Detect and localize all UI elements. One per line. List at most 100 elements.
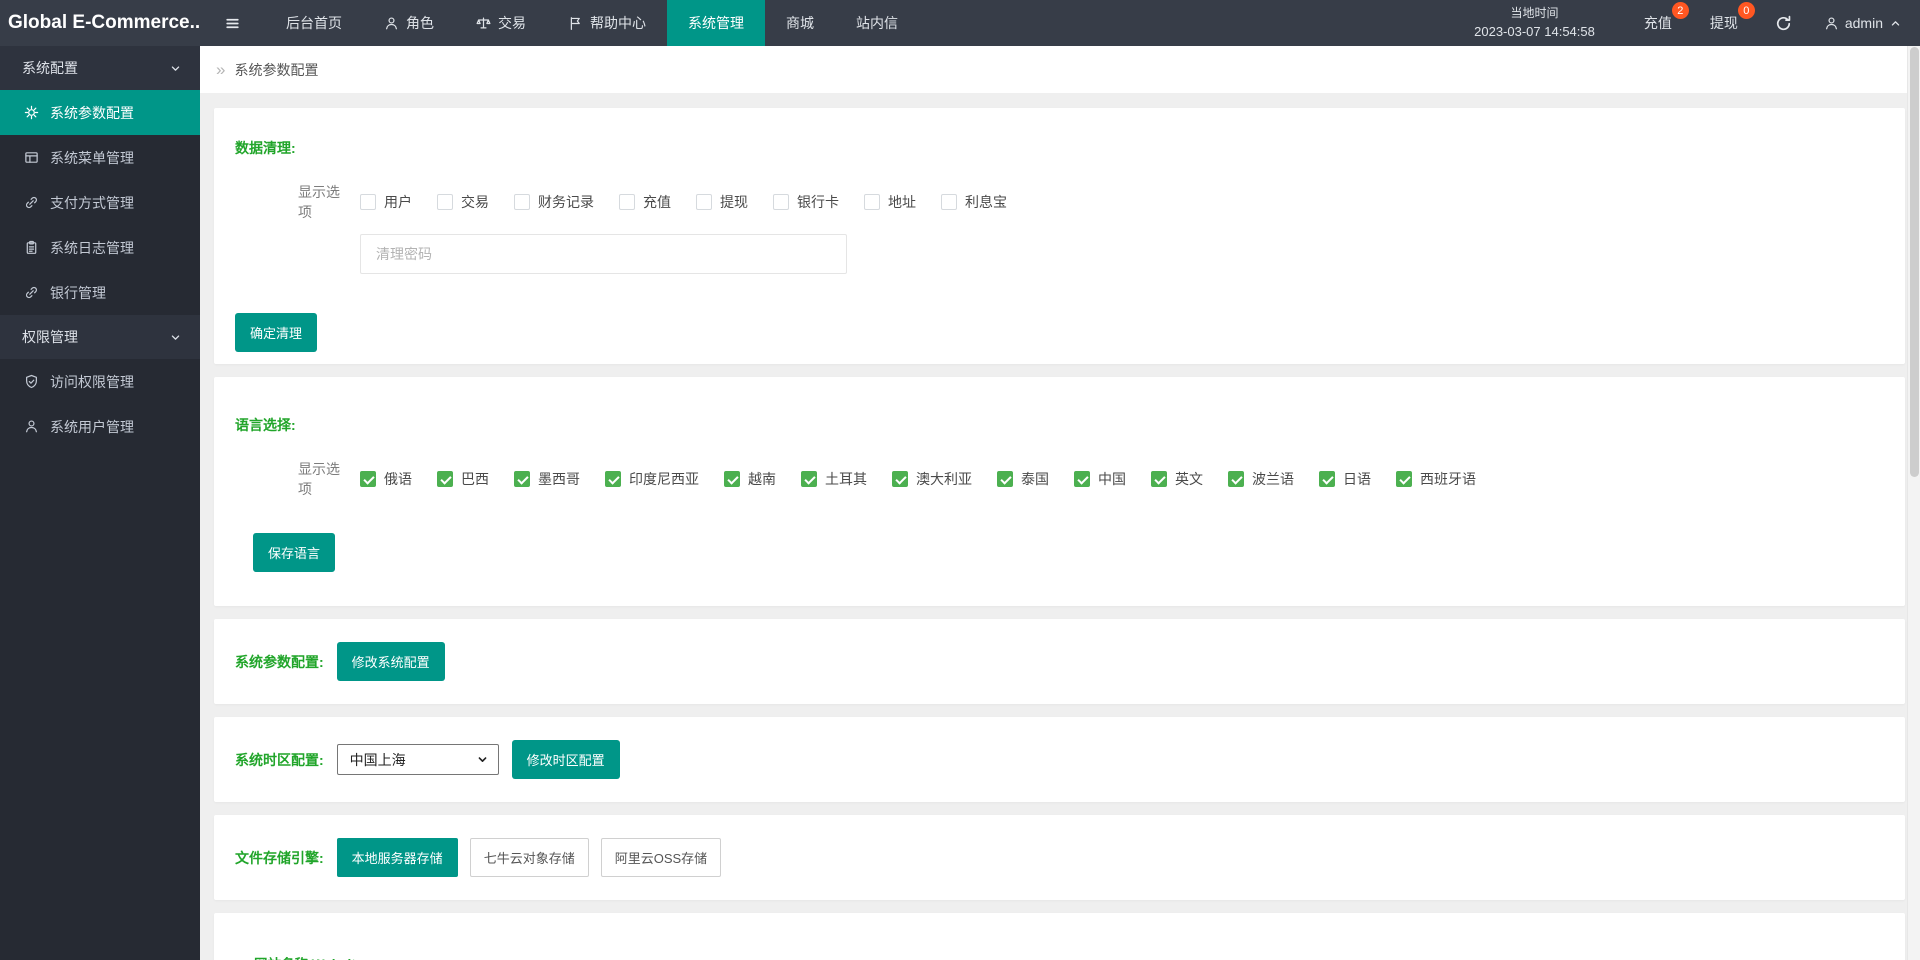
- withdraw-button[interactable]: 提现 0: [1709, 2, 1755, 33]
- data-clean-options-row: 显示选项 用户 交易 财务记录 充值 提现 银行卡 地址 利息宝: [298, 182, 1885, 222]
- scales-icon: [476, 16, 491, 31]
- nav-item-label: 角色: [406, 15, 434, 31]
- scrollbar[interactable]: [1907, 46, 1920, 960]
- checkbox-checked[interactable]: [1074, 471, 1090, 487]
- flag-icon: [568, 16, 583, 31]
- checkbox-label: 英文: [1175, 471, 1203, 487]
- checkbox-label: 交易: [461, 194, 489, 210]
- save-language-button[interactable]: 保存语言: [253, 533, 336, 572]
- clipboard-icon: [24, 240, 39, 255]
- checkbox-checked[interactable]: [437, 471, 453, 487]
- sidebar-item-label: 系统参数配置: [50, 104, 134, 121]
- checkbox-option: 波兰语: [1228, 469, 1294, 489]
- nav-item[interactable]: 商城: [765, 0, 835, 46]
- refresh-icon[interactable]: [1775, 15, 1792, 32]
- checkbox-checked[interactable]: [724, 471, 740, 487]
- confirm-clean-button[interactable]: 确定清理: [235, 313, 318, 352]
- nav-item-label: 商城: [786, 15, 814, 31]
- checkbox-checked[interactable]: [1396, 471, 1412, 487]
- checkbox-label: 泰国: [1021, 471, 1049, 487]
- nav-item[interactable]: 交易: [455, 0, 547, 46]
- link-icon: [24, 195, 39, 210]
- checkbox-option: 印度尼西亚: [605, 469, 699, 489]
- language-title: 语言选择:: [235, 417, 296, 433]
- gear-icon: [24, 105, 39, 120]
- panel-language: 语言选择: 显示选项 俄语 巴西 墨西哥 印度尼西亚 越南 土耳其 澳大利亚 泰国 中国 英文 波兰…: [214, 377, 1905, 606]
- checkbox-option: 越南: [724, 469, 776, 489]
- nav-item[interactable]: 站内信: [835, 0, 919, 46]
- timezone-selected-value: 中国上海: [349, 751, 406, 768]
- sidebar-item[interactable]: 访问权限管理: [0, 359, 200, 404]
- username: admin: [1844, 15, 1883, 31]
- sidebar-group-header[interactable]: 系统配置: [0, 46, 200, 90]
- recharge-button[interactable]: 充值 2: [1644, 2, 1689, 33]
- checkbox-label: 利息宝: [965, 194, 1007, 210]
- nav-item[interactable]: 系统管理: [667, 0, 765, 46]
- local-time-label: 当地时间: [1510, 5, 1559, 20]
- checkbox-unchecked[interactable]: [941, 194, 957, 210]
- nav-item-label: 帮助中心: [590, 15, 646, 31]
- storage-option-button[interactable]: 阿里云OSS存储: [600, 838, 722, 877]
- nav-item[interactable]: 帮助中心: [547, 0, 667, 46]
- checkbox-option: 地址: [864, 192, 916, 212]
- navbar-right: 当地时间 2023-03-07 14:54:58 充值 2 提现 0 admin: [1474, 0, 1920, 46]
- link-icon: [24, 285, 39, 300]
- nav-item-label: 站内信: [856, 15, 898, 31]
- main-area: » 系统参数配置 数据清理: 显示选项 用户 交易 财务记录 充值 提现 银行卡 地址 利息宝…: [200, 0, 1920, 960]
- checkbox-checked[interactable]: [1151, 471, 1167, 487]
- clean-password-wrap: [360, 234, 1885, 274]
- checkbox-unchecked[interactable]: [696, 194, 712, 210]
- checkbox-checked[interactable]: [605, 471, 621, 487]
- checkbox-unchecked[interactable]: [619, 194, 635, 210]
- menu-icon[interactable]: [200, 0, 265, 46]
- timezone-select[interactable]: 中国上海: [336, 744, 499, 775]
- sidebar-item[interactable]: 系统参数配置: [0, 90, 200, 135]
- checkbox-checked[interactable]: [1228, 471, 1244, 487]
- local-time: 当地时间 2023-03-07 14:54:58: [1474, 4, 1595, 43]
- sidebar-item[interactable]: 系统菜单管理: [0, 135, 200, 180]
- sidebar-group-label: 权限管理: [22, 329, 78, 345]
- nav-item[interactable]: 后台首页: [265, 0, 363, 46]
- checkbox-checked[interactable]: [801, 471, 817, 487]
- modify-system-config-button[interactable]: 修改系统配置: [336, 642, 445, 681]
- checkbox-option: 提现: [696, 192, 748, 212]
- checkbox-unchecked[interactable]: [437, 194, 453, 210]
- system-config-title: 系统参数配置:: [235, 653, 324, 670]
- nav-item[interactable]: 角色: [363, 0, 455, 46]
- checkbox-checked[interactable]: [360, 471, 376, 487]
- checkbox-label: 土耳其: [825, 471, 867, 487]
- sidebar-group-header[interactable]: 权限管理: [0, 315, 200, 359]
- modify-timezone-button[interactable]: 修改时区配置: [511, 740, 620, 779]
- checkbox-option: 墨西哥: [514, 469, 580, 489]
- options-row-label: 显示选项: [298, 184, 340, 220]
- checkbox-label: 墨西哥: [538, 471, 580, 487]
- checkbox-unchecked[interactable]: [360, 194, 376, 210]
- checkbox-option: 澳大利亚: [892, 469, 972, 489]
- scrollbar-thumb[interactable]: [1910, 47, 1919, 477]
- sidebar-item[interactable]: 系统日志管理: [0, 225, 200, 270]
- checkbox-checked[interactable]: [997, 471, 1013, 487]
- clean-password-input[interactable]: [360, 234, 847, 274]
- checkbox-checked[interactable]: [1319, 471, 1335, 487]
- nav-item-label: 后台首页: [286, 15, 342, 31]
- checkbox-label: 财务记录: [538, 194, 594, 210]
- checkbox-unchecked[interactable]: [773, 194, 789, 210]
- sidebar-item[interactable]: 支付方式管理: [0, 180, 200, 225]
- sidebar-group-label: 系统配置: [22, 60, 78, 76]
- withdraw-label: 提现: [1709, 15, 1738, 31]
- checkbox-unchecked[interactable]: [864, 194, 880, 210]
- sidebar-item[interactable]: 系统用户管理: [0, 404, 200, 449]
- storage-option-button[interactable]: 七牛云对象存储: [469, 838, 589, 877]
- user-menu[interactable]: admin: [1824, 15, 1902, 31]
- checkbox-checked[interactable]: [892, 471, 908, 487]
- withdraw-badge: 0: [1737, 2, 1755, 19]
- nav-items: 后台首页 角色 交易 帮助中心 系统管理 商城 站内信: [265, 0, 919, 46]
- user-icon: [384, 16, 399, 31]
- storage-title: 文件存储引擎:: [235, 849, 324, 866]
- checkbox-checked[interactable]: [514, 471, 530, 487]
- checkbox-option: 中国: [1074, 469, 1126, 489]
- checkbox-option: 英文: [1151, 469, 1203, 489]
- checkbox-unchecked[interactable]: [514, 194, 530, 210]
- sidebar-item[interactable]: 银行管理: [0, 270, 200, 315]
- storage-option-button[interactable]: 本地服务器存储: [336, 838, 458, 877]
